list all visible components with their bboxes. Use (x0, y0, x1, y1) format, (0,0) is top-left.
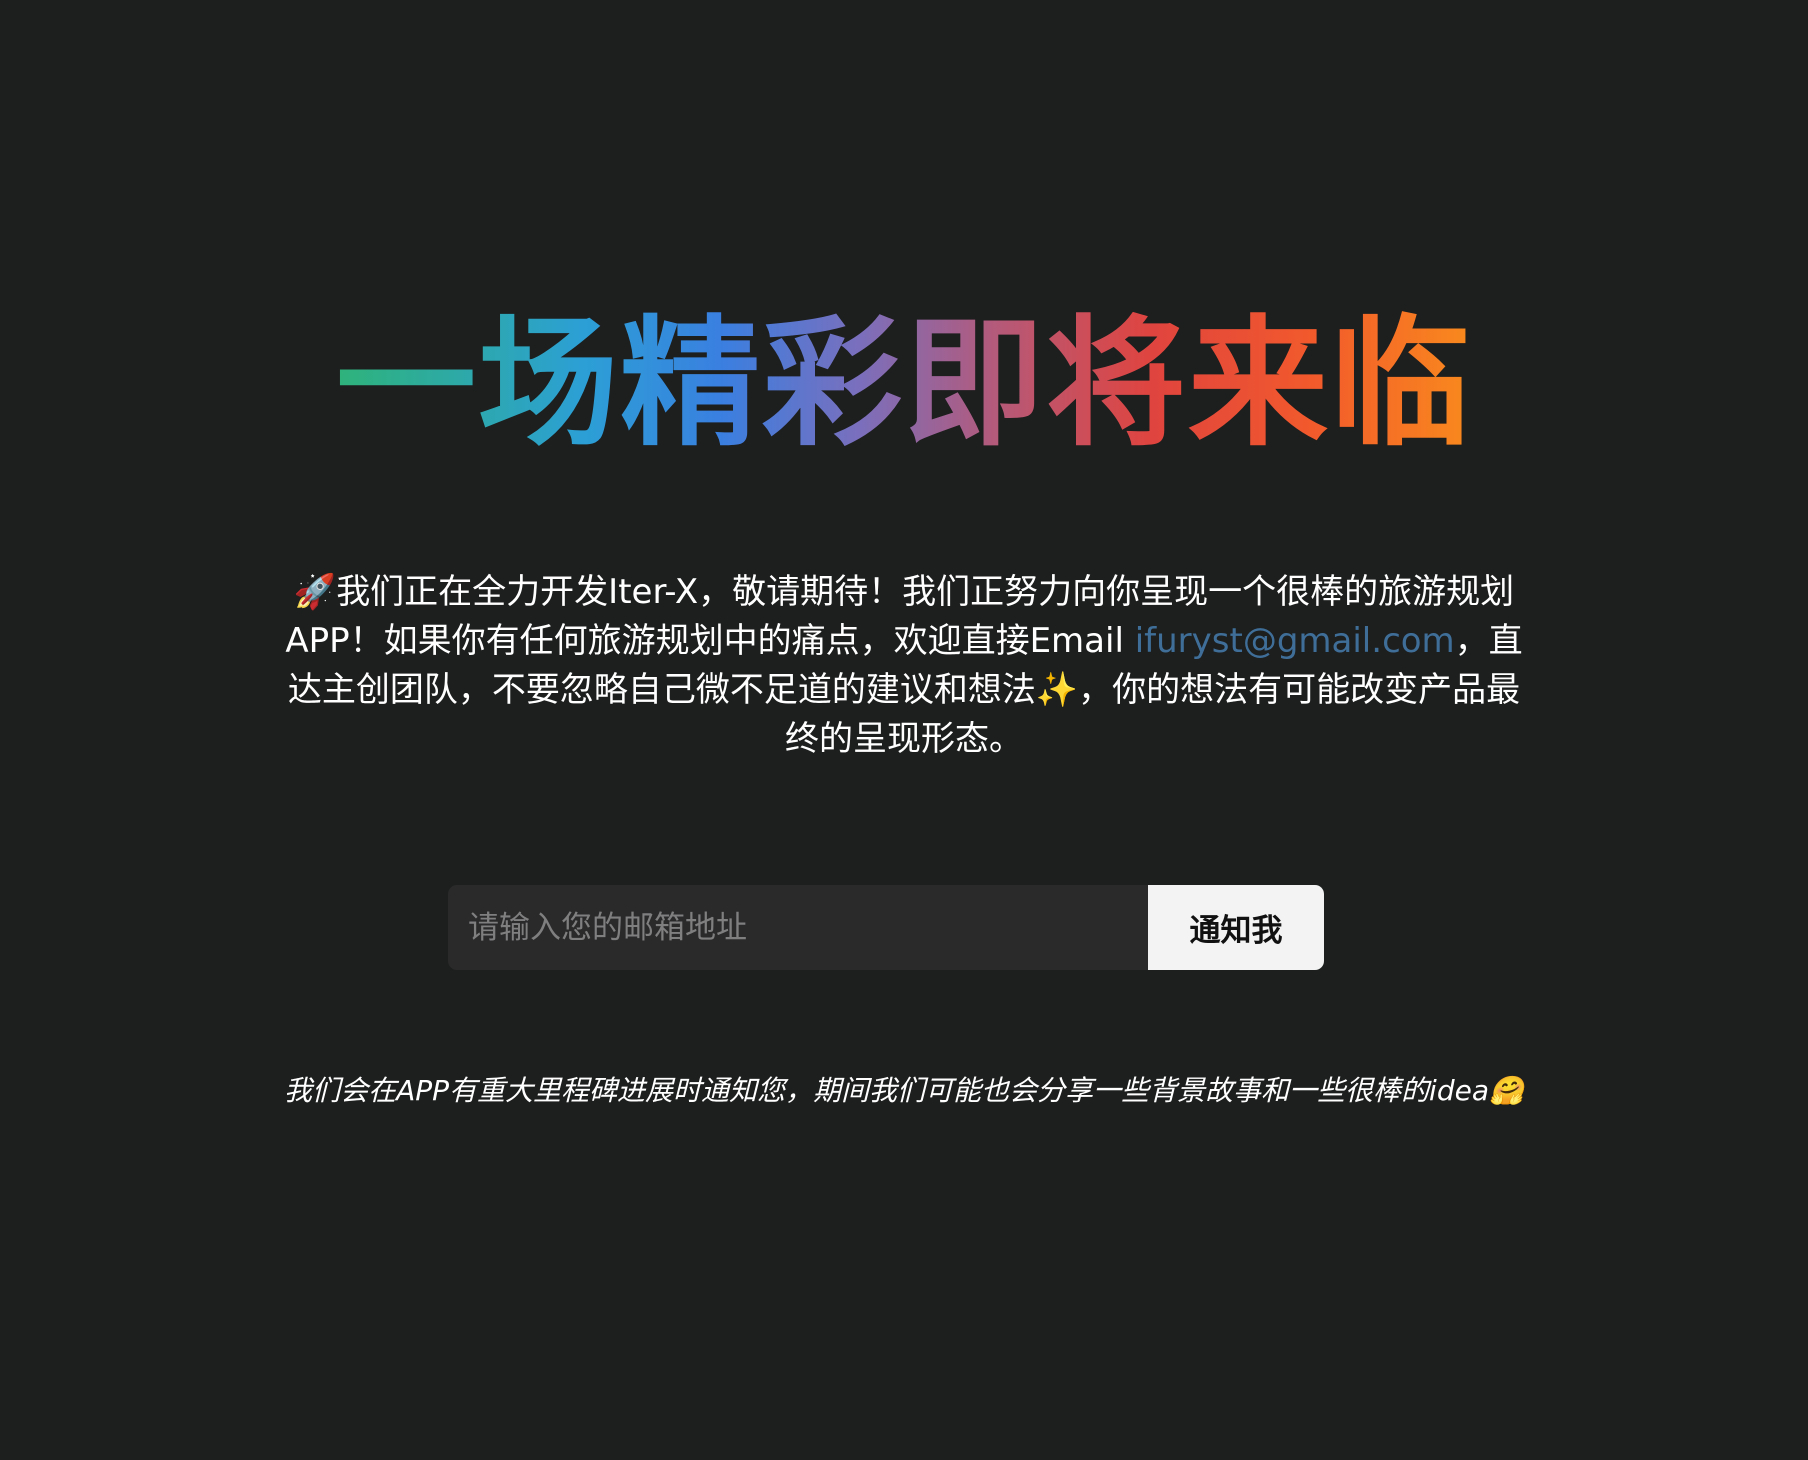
sparkle-icon: ✨ (1035, 670, 1079, 710)
email-signup-form: 通知我 (448, 885, 1324, 970)
footer-note-text: 我们会在APP有重大里程碑进展时通知您，期间我们可能也会分享一些背景故事和一些很… (284, 1074, 1489, 1107)
notify-me-button[interactable]: 通知我 (1148, 885, 1324, 970)
coming-soon-page: 一场精彩即将来临 🚀我们正在全力开发Iter-X，敬请期待！我们正努力向你呈现一… (0, 0, 1808, 1460)
contact-email-link[interactable]: ifuryst@gmail.com (1135, 621, 1455, 661)
email-input[interactable] (448, 885, 1148, 970)
hero-title: 一场精彩即将来临 (0, 310, 1808, 460)
hero-title-text: 一场精彩即将来临 (335, 303, 1472, 466)
intro-paragraph: 🚀我们正在全力开发Iter-X，敬请期待！我们正努力向你呈现一个很棒的旅游规划A… (284, 568, 1524, 764)
rocket-icon: 🚀 (293, 572, 337, 612)
hug-icon: 🤗 (1489, 1074, 1524, 1107)
footer-note: 我们会在APP有重大里程碑进展时通知您，期间我们可能也会分享一些背景故事和一些很… (284, 1070, 1524, 1112)
